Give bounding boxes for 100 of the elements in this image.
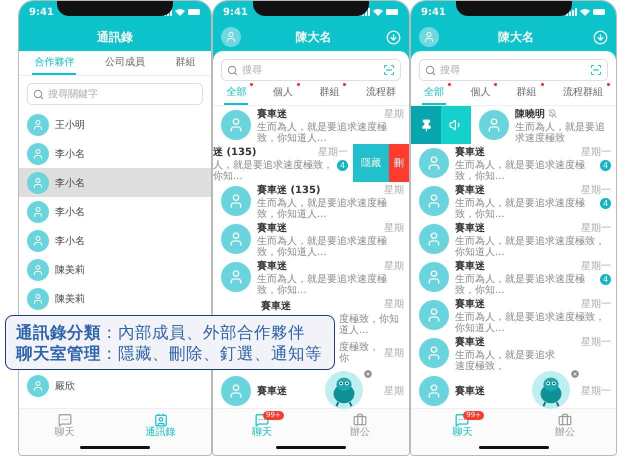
- message-time: 星期一: [581, 222, 611, 234]
- status-time: 9:41: [421, 6, 446, 18]
- contact-name: 李小名: [55, 234, 85, 248]
- briefcase-icon: [558, 412, 572, 426]
- chat-row[interactable]: 賽車迷 星期一 生而為人，就是要追求速度極致，你知道人...: [411, 296, 616, 334]
- contact-name: 李小名: [55, 206, 85, 218]
- message-preview: 生而為人，就是要追求速度極致，你知道人...: [257, 236, 388, 258]
- contact-name: 李小名: [55, 176, 85, 190]
- contact-name: 李小名: [55, 148, 85, 160]
- person-icon: [228, 383, 244, 399]
- download-icon[interactable]: [386, 30, 401, 44]
- chat-row[interactable]: 賽車迷 星期一 生而為人，就是要追求速度極致，你知... 4: [411, 182, 616, 220]
- contact-name: 陳美莉: [55, 292, 85, 306]
- message-preview: 生而為人，就是要追求速度極致，你知...: [455, 274, 586, 296]
- person-icon: [32, 234, 44, 246]
- contact-row[interactable]: 李小名: [19, 168, 211, 197]
- message-time: 星期: [384, 346, 404, 360]
- chat-name: 賽車迷: [455, 145, 485, 158]
- person-icon: [32, 264, 44, 276]
- category-tab[interactable]: 群組: [174, 55, 198, 75]
- chat-bubble-icon: [58, 412, 72, 426]
- chat-name: 賽車迷: [455, 259, 485, 272]
- message-preview: 生而為人，就是要追求速度極致，你知...: [257, 274, 388, 296]
- search-icon: [425, 64, 436, 76]
- chat-row[interactable]: 賽車迷 星期一 生而為人，就是要追求速度極致，你知道人...: [411, 220, 616, 258]
- chat-name: 賽車迷: [455, 221, 485, 234]
- unread-count: 4: [600, 160, 611, 170]
- category-tab[interactable]: 流程群組: [560, 85, 605, 105]
- category-tab[interactable]: 流程群: [364, 85, 398, 105]
- mascot-drawing[interactable]: [532, 371, 570, 409]
- briefcase-icon: [353, 412, 367, 426]
- pin-button[interactable]: [411, 106, 441, 144]
- search-input[interactable]: 搜尋: [440, 64, 586, 76]
- person-icon: [32, 148, 44, 160]
- chat-name: 賽車迷: [257, 221, 287, 234]
- message-preview: 生而為人，就是要追求速度極致，你知道人...: [455, 312, 606, 334]
- chat-row[interactable]: 賽車迷 (135) 星期 生而為人，就是要追求速度極致，你知道人...: [213, 182, 409, 220]
- contact-name: 陳美莉: [55, 264, 85, 276]
- person-icon: [32, 176, 44, 188]
- mascot-drawing[interactable]: [325, 371, 363, 409]
- scan-icon[interactable]: [590, 64, 602, 76]
- chat-row[interactable]: 陳曉明 生而為人，就是要追求速度極致: [411, 106, 616, 144]
- person-icon: [228, 269, 244, 285]
- person-icon: [486, 117, 502, 133]
- pushpin-icon: [420, 118, 432, 132]
- status-time: 9:41: [29, 6, 54, 18]
- profile-avatar[interactable]: [221, 27, 241, 47]
- chat-name: 賽車迷: [257, 107, 287, 120]
- message-time: 星期一: [318, 146, 348, 158]
- chat-row[interactable]: 賽車迷 星期: [213, 372, 409, 408]
- message-time: 星期: [384, 222, 404, 234]
- person-icon: [426, 193, 442, 209]
- person-icon: [32, 206, 44, 218]
- screen-title: 陳大名: [498, 28, 534, 46]
- sound-button[interactable]: [441, 106, 471, 144]
- person-icon: [228, 117, 244, 133]
- home-indicator: [276, 446, 346, 448]
- category-tab[interactable]: 個人: [468, 85, 492, 105]
- contact-name: 王小明: [55, 118, 85, 132]
- chat-row[interactable]: 賽車迷 星期 生而為人，就是要追求速度極致，你知...: [213, 258, 409, 296]
- category-tab[interactable]: 個人: [270, 85, 295, 105]
- search-field[interactable]: 搜尋: [221, 59, 401, 81]
- chat-row[interactable]: 賽車迷 星期一 生而為人，就是要追求速度極致，你知... 4: [411, 144, 616, 182]
- search-icon: [33, 88, 44, 100]
- profile-avatar[interactable]: [419, 27, 439, 47]
- home-indicator: [80, 446, 150, 448]
- caption-line: 通訊錄分類：內部成員、外部合作夥伴: [16, 322, 306, 342]
- download-icon[interactable]: [593, 30, 608, 44]
- contact-book-icon: [154, 412, 168, 426]
- person-icon: [426, 307, 442, 323]
- chat-row[interactable]: 迷 (135) 星期一 人，就是要追求速度極致，你知... 4 隱藏 刪: [213, 144, 409, 182]
- close-icon[interactable]: [570, 369, 580, 379]
- chat-row[interactable]: 賽車迷 星期一 生而為人，就是要追求速度極致，: [411, 334, 616, 372]
- category-tab[interactable]: 公司成員: [102, 55, 147, 75]
- person-icon: [426, 269, 442, 285]
- person-icon: [228, 193, 244, 209]
- unread-count: 4: [337, 160, 348, 170]
- message-preview: 生而為人，就是要追求速度極致，你知道人...: [455, 236, 606, 258]
- chat-name: 賽車迷 (135): [257, 183, 320, 196]
- delete-button[interactable]: 刪: [389, 144, 409, 182]
- person-icon: [32, 118, 44, 130]
- message-time: 星期: [384, 184, 404, 196]
- chat-name: 陳曉明: [515, 106, 557, 120]
- message-preview: 度極致，你: [339, 342, 380, 364]
- search-input[interactable]: 搜尋: [242, 64, 379, 76]
- chat-row[interactable]: 賽車迷 星期 生而為人，就是要追求速度極致，你知道人...: [213, 220, 409, 258]
- search-icon: [227, 64, 238, 76]
- search-field[interactable]: 搜尋: [419, 59, 608, 81]
- chat-name: 賽車迷: [455, 335, 485, 348]
- close-icon[interactable]: [363, 369, 373, 379]
- chat-row[interactable]: 賽車迷 星期 生而為人，就是要追求速度極致，你知道人...: [213, 106, 409, 144]
- message-preview: 生而為人，就是要追求速度極致，你知道人...: [257, 198, 388, 220]
- scan-icon[interactable]: [383, 64, 395, 76]
- person-icon: [228, 231, 244, 247]
- person-icon: [225, 31, 237, 43]
- contact-name: 嚴欣: [55, 380, 75, 392]
- category-tab[interactable]: 群組: [514, 85, 539, 105]
- chat-row[interactable]: 賽車迷 星期一: [411, 372, 616, 408]
- chat-row[interactable]: 賽車迷 星期一 生而為人，就是要追求速度極致，你知... 4: [411, 258, 616, 296]
- category-tab[interactable]: 群組: [317, 85, 342, 105]
